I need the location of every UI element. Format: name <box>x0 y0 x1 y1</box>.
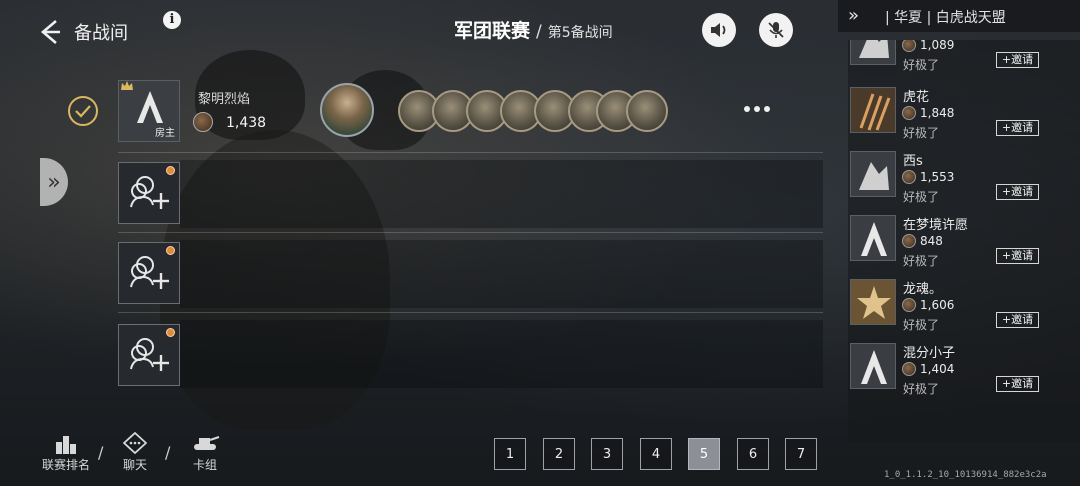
rank-medal-icon <box>902 106 916 120</box>
friend-name: 虎花 <box>903 90 930 105</box>
wolf-emblem-icon <box>850 151 896 197</box>
title-main: 军团联赛 <box>454 20 531 42</box>
friend-status: 好极了 <box>903 190 940 204</box>
notification-dot <box>166 246 175 255</box>
page-button-7[interactable]: 7 <box>785 438 817 470</box>
notification-dot <box>166 166 175 175</box>
speaker-icon <box>711 23 726 37</box>
empty-slot-invite[interactable] <box>118 242 180 304</box>
back-button[interactable]: 备战间 <box>38 18 128 46</box>
legion-emblem-icon <box>850 215 896 261</box>
friend-score: 1,089 <box>920 40 955 52</box>
friend-status: 好极了 <box>903 254 940 268</box>
legion-emblem-icon <box>137 91 163 123</box>
title-separator: / <box>536 22 542 42</box>
friend-score: 848 <box>920 234 943 248</box>
wolf-emblem-icon <box>850 40 896 65</box>
info-icon[interactable]: i <box>163 11 181 29</box>
nav-label: 卡组 <box>192 458 217 472</box>
friend-name: 混分小子 <box>903 346 956 361</box>
friend-row: 在梦境许愿 848 好极了 +邀请 <box>848 212 1080 276</box>
host-avatar[interactable]: 房主 <box>118 80 180 142</box>
friend-status: 好极了 <box>903 382 940 396</box>
nav-deck[interactable]: 卡组 <box>190 432 220 473</box>
slot-strip <box>180 320 823 388</box>
page-title: 军团联赛 / 第5备战间 <box>454 16 613 43</box>
friend-name: 在梦境许愿 <box>903 218 969 233</box>
row-divider <box>118 152 823 153</box>
claw-marks-icon <box>850 87 896 133</box>
tank-icon <box>194 436 220 450</box>
host-name: 黎明烈焰 <box>198 92 251 107</box>
rank-medal-icon <box>902 170 916 184</box>
nav-label: 聊天 <box>123 458 148 472</box>
rank-medal-icon <box>193 112 213 132</box>
invite-button[interactable]: +邀请 <box>996 312 1039 328</box>
friend-score: 1,404 <box>920 362 955 376</box>
friend-status: 好极了 <box>903 318 940 332</box>
back-arrow-icon <box>40 20 60 44</box>
row-divider <box>118 312 823 313</box>
general-portrait[interactable] <box>320 83 374 137</box>
slot-strip <box>180 160 823 228</box>
friend-status: 好极了 <box>903 58 940 72</box>
collapse-panel-icon[interactable]: » <box>848 5 859 26</box>
friend-list[interactable]: 1,089 好极了 +邀请 虎花 1,848 好极了 +邀请 西s 1,553 … <box>848 40 1080 442</box>
page-button-4[interactable]: 4 <box>640 438 672 470</box>
nav-label: 联赛排名 <box>42 458 91 472</box>
title-sub: 第5备战间 <box>547 25 613 41</box>
host-tag: 房主 <box>155 128 175 139</box>
friend-score: 1,553 <box>920 170 955 184</box>
rank-medal-icon <box>902 40 916 52</box>
page-button-3[interactable]: 3 <box>591 438 623 470</box>
nav-separator: / <box>98 443 104 462</box>
friend-row: 龙魂。 1,606 好极了 +邀请 <box>848 276 1080 340</box>
page-button-2[interactable]: 2 <box>543 438 575 470</box>
invite-button[interactable]: +邀请 <box>996 52 1039 68</box>
tank-unit-icon[interactable] <box>626 90 668 132</box>
row-divider <box>118 232 823 233</box>
ranking-icon <box>56 436 76 454</box>
speaker-button[interactable] <box>702 13 736 47</box>
star-emblem-icon <box>850 279 896 325</box>
nav-league-ranking[interactable]: 联赛排名 <box>42 432 90 473</box>
friend-name: 西s <box>903 154 923 169</box>
nav-separator: / <box>165 443 171 462</box>
invite-button[interactable]: +邀请 <box>996 376 1039 392</box>
more-options-button[interactable] <box>744 106 770 112</box>
page-button-5-active[interactable]: 5 <box>688 438 720 470</box>
chat-icon <box>123 432 147 454</box>
friend-name: 龙魂。 <box>903 282 943 297</box>
page-button-1[interactable]: 1 <box>494 438 526 470</box>
friend-status: 好极了 <box>903 126 940 140</box>
mic-mute-button[interactable] <box>759 13 793 47</box>
ready-check <box>68 96 98 126</box>
friend-row: 虎花 1,848 好极了 +邀请 <box>848 84 1080 148</box>
friend-score: 1,848 <box>920 106 955 120</box>
invite-button[interactable]: +邀请 <box>996 248 1039 264</box>
nav-chat[interactable]: 聊天 <box>123 432 147 473</box>
rank-medal-icon <box>902 298 916 312</box>
mic-off-icon <box>768 22 784 38</box>
slot-strip <box>180 240 823 308</box>
friend-row: 1,089 好极了 +邀请 <box>848 40 1080 80</box>
version-string: 1_0_1.1.2_10_10136914_882e3c2a <box>884 470 1047 480</box>
empty-slot-invite[interactable] <box>118 162 180 224</box>
invite-button[interactable]: +邀请 <box>996 184 1039 200</box>
page-button-6[interactable]: 6 <box>737 438 769 470</box>
empty-slot-invite[interactable] <box>118 324 180 386</box>
rank-medal-icon <box>902 234 916 248</box>
friend-score: 1,606 <box>920 298 955 312</box>
friend-row: 混分小子 1,404 好极了 +邀请 <box>848 340 1080 404</box>
legion-title: | 华夏 | 白虎战天盟 <box>885 10 1006 26</box>
rank-medal-icon <box>902 362 916 376</box>
invite-button[interactable]: +邀请 <box>996 120 1039 136</box>
double-chevron-right-icon: » <box>47 169 61 195</box>
back-label: 备战间 <box>74 23 128 44</box>
friend-row: 西s 1,553 好极了 +邀请 <box>848 148 1080 212</box>
checkmark-icon <box>75 105 91 118</box>
host-score: 1,438 <box>226 115 267 131</box>
notification-dot <box>166 328 175 337</box>
legion-emblem-icon <box>850 343 896 389</box>
